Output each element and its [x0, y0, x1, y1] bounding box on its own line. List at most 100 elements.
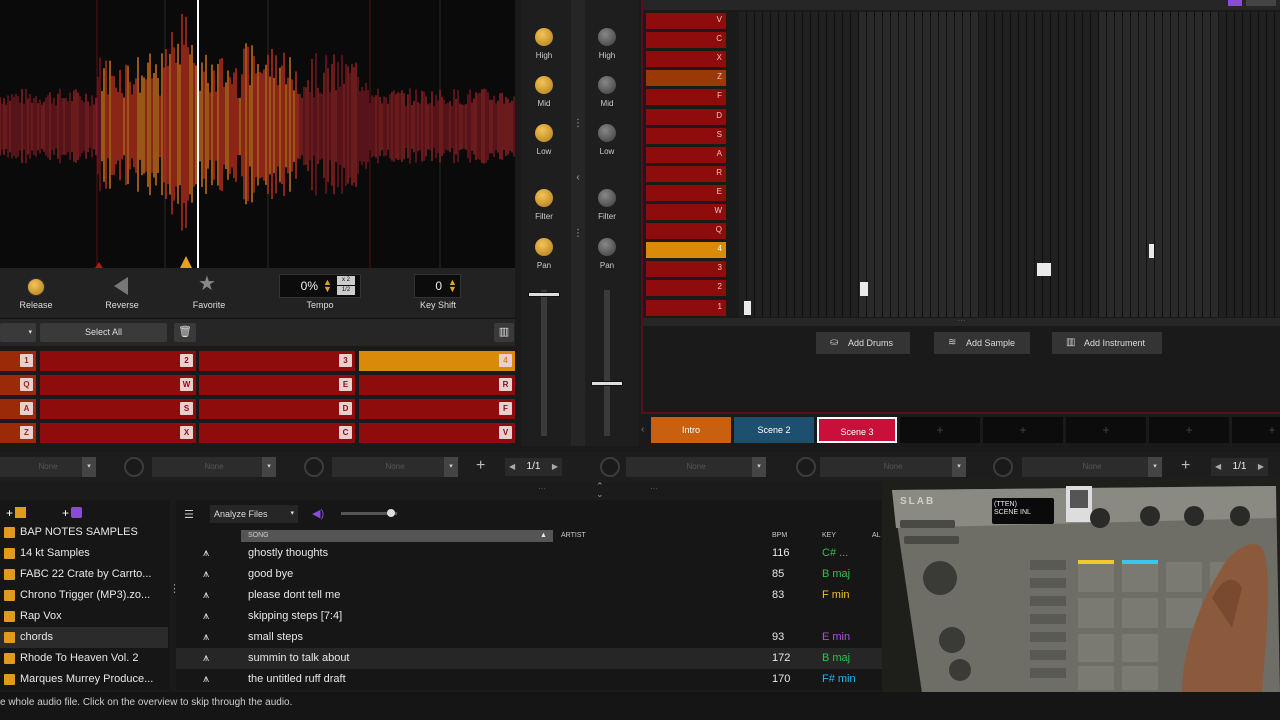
volume-fader-handle[interactable]: [528, 292, 560, 297]
header-button[interactable]: [1246, 0, 1276, 6]
favorite-star-icon[interactable]: ★: [198, 274, 216, 294]
sequencer-row-label[interactable]: F: [646, 89, 726, 106]
pad[interactable]: X: [40, 423, 196, 443]
song-row[interactable]: ⩚ skipping steps [7:4]: [176, 606, 882, 627]
collapse-left-icon[interactable]: ‹: [571, 172, 585, 183]
album-column-header[interactable]: AL: [872, 530, 881, 542]
grip-icon-2[interactable]: ⋮: [571, 228, 585, 239]
song-row[interactable]: ⩚ ghostly thoughts 116 C# ...: [176, 543, 882, 564]
speaker-icon[interactable]: ◀): [312, 507, 324, 520]
waveform-display[interactable]: [0, 0, 515, 268]
fx-select[interactable]: None ▾: [1022, 457, 1162, 477]
scene-2[interactable]: Scene 2: [734, 417, 814, 443]
sequencer-row-label[interactable]: E: [646, 184, 726, 201]
pad[interactable]: 4: [359, 351, 515, 371]
fx-select[interactable]: None ▾: [152, 457, 276, 477]
pad[interactable]: F: [359, 399, 515, 419]
fx-knob[interactable]: [304, 457, 324, 477]
sequencer-row-label[interactable]: W: [646, 204, 726, 220]
sequencer-row-label[interactable]: C: [646, 32, 726, 49]
artist-column-header[interactable]: ARTIST: [561, 530, 586, 542]
sequencer-row-label[interactable]: A: [646, 146, 726, 163]
add-sample-button[interactable]: ≋ Add Sample: [934, 332, 1030, 354]
source-item[interactable]: 14 kt Samples: [0, 543, 168, 564]
volume-fader-track[interactable]: [541, 290, 547, 436]
key-column-header[interactable]: KEY: [822, 530, 836, 542]
sequencer-row-label[interactable]: 4: [646, 242, 726, 259]
sequencer-row-label[interactable]: Q: [646, 223, 726, 240]
add-scene-button[interactable]: +: [1066, 417, 1146, 443]
pad[interactable]: 2: [40, 351, 196, 371]
sequencer-row-label[interactable]: D: [646, 108, 726, 125]
prev-page-icon[interactable]: ◀: [509, 458, 515, 476]
pad-label-cell[interactable]: A: [0, 399, 36, 419]
expand-toggle-icon[interactable]: ⌃ ⌄: [596, 482, 604, 499]
add-drums-button[interactable]: ⛀ Add Drums: [816, 332, 910, 354]
fx-knob[interactable]: [600, 457, 620, 477]
fx-knob[interactable]: [993, 457, 1013, 477]
mid-knob[interactable]: [598, 76, 616, 94]
pad[interactable]: E: [199, 375, 355, 395]
mid-knob[interactable]: [535, 76, 553, 94]
next-page-icon[interactable]: ▶: [1258, 458, 1264, 476]
pan-knob[interactable]: [598, 238, 616, 256]
song-row[interactable]: ⩚ please dont tell me 83 F min: [176, 585, 882, 606]
song-column-header[interactable]: SONG: [248, 530, 269, 542]
source-item[interactable]: chords: [0, 627, 168, 648]
sequencer-row-label[interactable]: 3: [646, 261, 726, 278]
keyshift-stepper-icon[interactable]: ▲ ▼: [448, 278, 457, 294]
filter-knob[interactable]: [535, 189, 553, 207]
add-fx-icon[interactable]: +: [476, 457, 485, 475]
fx-knob[interactable]: [796, 457, 816, 477]
add-fx-icon[interactable]: +: [1181, 457, 1190, 475]
pad[interactable]: C: [199, 423, 355, 443]
add-instrument-button[interactable]: ▥ Add Instrument: [1052, 332, 1162, 354]
low-knob[interactable]: [598, 124, 616, 142]
sequencer-row-label[interactable]: 1: [646, 299, 726, 316]
pad[interactable]: 3: [199, 351, 355, 371]
fx-knob[interactable]: [124, 457, 144, 477]
fx-select[interactable]: None ▾: [0, 457, 96, 477]
volume-slider-handle[interactable]: [387, 509, 395, 517]
grip-icon[interactable]: ⋮: [571, 118, 585, 129]
next-page-icon[interactable]: ▶: [552, 458, 558, 476]
source-item[interactable]: FABC 22 Crate by Carrto...: [0, 564, 168, 585]
trash-icon[interactable]: 🗑: [174, 323, 196, 342]
pad[interactable]: V: [359, 423, 515, 443]
source-item[interactable]: Rap Vox: [0, 606, 168, 627]
bpm-column-header[interactable]: BPM: [772, 530, 787, 542]
pad-label-cell[interactable]: Q: [0, 375, 36, 395]
sequencer-row-label[interactable]: X: [646, 51, 726, 68]
add-smart-crate-button[interactable]: +: [62, 506, 83, 520]
source-item[interactable]: Rhode To Heaven Vol. 2: [0, 648, 168, 669]
sequencer-row-label[interactable]: Z: [646, 70, 726, 87]
list-view-icon[interactable]: ☰: [184, 508, 194, 521]
pad-label-cell[interactable]: Z: [0, 423, 36, 443]
scene-1[interactable]: Intro: [651, 417, 731, 443]
analyze-files-button[interactable]: Analyze Files ▾: [210, 505, 298, 523]
volume-fader-handle[interactable]: [591, 381, 623, 386]
fx-select[interactable]: None ▾: [626, 457, 766, 477]
add-scene-button[interactable]: +: [1149, 417, 1229, 443]
song-row[interactable]: ⩚ small steps 93 E min: [176, 627, 882, 648]
piano-keys-icon[interactable]: ▥: [494, 323, 514, 342]
add-crate-button[interactable]: +: [6, 506, 27, 520]
pad[interactable]: R: [359, 375, 515, 395]
filter-knob[interactable]: [598, 189, 616, 207]
tempo-half-button[interactable]: 1/2: [337, 286, 355, 295]
high-knob[interactable]: [535, 28, 553, 46]
sequencer-row-label[interactable]: 2: [646, 280, 726, 297]
pad-bank-dropdown[interactable]: ▾: [0, 323, 36, 342]
fx-select[interactable]: None ▾: [332, 457, 458, 477]
tempo-stepper-icon[interactable]: ▲ ▼: [323, 278, 332, 294]
pad[interactable]: S: [40, 399, 196, 419]
song-row[interactable]: ⩚ the untitled ruff draft 170 F# min: [176, 669, 882, 690]
pad[interactable]: D: [199, 399, 355, 419]
scene-3[interactable]: Scene 3: [817, 417, 897, 443]
source-item[interactable]: Chrono Trigger (MP3).zo...: [0, 585, 168, 606]
reverse-icon[interactable]: [114, 277, 128, 295]
volume-fader-track[interactable]: [604, 290, 610, 436]
release-knob[interactable]: [27, 278, 45, 296]
pad[interactable]: W: [40, 375, 196, 395]
scene-scroll-left-icon[interactable]: ‹: [641, 424, 644, 435]
